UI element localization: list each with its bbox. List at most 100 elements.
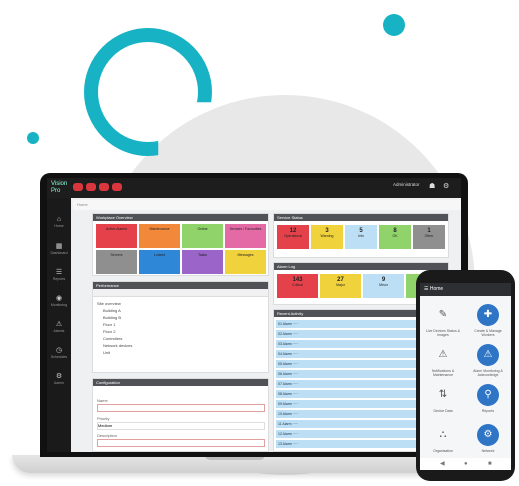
tree-item[interactable]: Floor 1 — [103, 322, 115, 327]
nav-button[interactable]: ■ — [488, 458, 492, 470]
breadcrumb[interactable]: Home — [73, 200, 461, 210]
tile-label: Servers — [110, 253, 123, 257]
phone-item-label: Notifications & Maintenance — [431, 369, 455, 377]
sidebar-item-label: Monitoring — [50, 303, 68, 307]
tile-tiles2[interactable]: 1 Other — [413, 225, 445, 249]
tree-item[interactable]: Site overview — [97, 301, 121, 306]
tile-label: Critical — [292, 283, 303, 287]
tree-item[interactable]: Unit — [103, 350, 110, 355]
phone-item-label: Live Devices Status & Images — [425, 329, 461, 337]
tile-tiles1[interactable]: Active Alarms — [96, 224, 137, 248]
sidebar-icon: ⚙ — [55, 373, 63, 380]
tile-tiles3[interactable]: 9 Minor — [363, 274, 404, 298]
workplace-panel: Workplace Overview Active Alarms Maintena… — [92, 213, 269, 276]
decorative-dot — [27, 132, 39, 144]
user-icon[interactable]: ☗ — [429, 183, 435, 191]
sidebar-item[interactable]: ◷ Schedules — [47, 346, 71, 359]
phone-item-label: Device Data — [433, 409, 453, 413]
sidebar-item-label: Alarms — [53, 329, 65, 333]
sidebar-icon: ◷ — [55, 347, 63, 354]
phone-item-label: Alarm Monitoring & Acknowledge — [473, 369, 503, 377]
sidebar-icon: ☰ — [55, 269, 63, 276]
tile-tiles2[interactable]: 5 Info — [345, 225, 377, 249]
nav-pill[interactable] — [99, 183, 109, 191]
tile-label: Active Alarms — [105, 227, 128, 231]
sidebar-item[interactable]: ◉ Monitoring — [47, 294, 71, 307]
nav-pill[interactable] — [112, 183, 122, 191]
phone-header: ☰ Home — [420, 283, 511, 296]
tile-tiles1[interactable]: Messages — [225, 250, 266, 274]
tree-item[interactable]: Building B — [103, 315, 121, 320]
tile-tiles1[interactable]: Locked — [139, 250, 180, 274]
user-name[interactable]: Administrator — [393, 182, 427, 187]
phone-item-icon[interactable]: ⚠ — [432, 344, 454, 366]
tile-label: Operational — [283, 234, 303, 238]
sidebar-item[interactable]: ⚙ Admin — [47, 372, 71, 385]
phone-item-icon[interactable]: ⛬ — [432, 424, 454, 446]
tile-tiles1[interactable]: Online — [182, 224, 223, 248]
phone-item-icon[interactable]: ✚ — [477, 304, 499, 326]
panel-title: Workplace Overview — [93, 214, 268, 221]
nav-pill[interactable] — [86, 183, 96, 191]
phone-item-label: Create & Manage Workers — [474, 329, 502, 337]
tile-tiles1[interactable]: Devices / Favourites — [225, 224, 266, 248]
menu-icon[interactable]: ☰ — [420, 286, 428, 292]
phone-item-icon[interactable]: ⚙ — [477, 424, 499, 446]
tile-label: Major — [336, 283, 345, 287]
tile-label: Minor — [379, 283, 388, 287]
nav-button[interactable]: ● — [464, 458, 468, 470]
tile-tiles3[interactable]: 27 Major — [320, 274, 361, 298]
sidebar-item[interactable]: ⚠ Alarms — [47, 320, 71, 333]
nav-button[interactable]: ◀ — [440, 458, 445, 470]
sidebar-item[interactable]: ▦ Dashboard — [47, 242, 71, 255]
phone-title: Home — [429, 286, 444, 292]
tile-tiles1[interactable]: Maintenance — [139, 224, 180, 248]
toolbar[interactable] — [93, 289, 268, 297]
phone-item-icon[interactable]: ⇅ — [432, 384, 454, 406]
phone-item-icon[interactable]: ⚲ — [477, 384, 499, 406]
performance-panel: Performance Site overview Building A Build… — [92, 281, 269, 373]
tile-tiles3[interactable]: 143 Critical — [277, 274, 318, 298]
sidebar-icon: ⌂ — [56, 216, 62, 223]
description-input[interactable] — [97, 439, 265, 447]
tree-item[interactable]: Floor 2 — [103, 329, 115, 334]
panel-title: Service Status — [274, 214, 448, 221]
decorative-dot — [383, 14, 405, 36]
app-logo[interactable]: Vision Pro — [51, 181, 67, 195]
tile-tiles2[interactable]: 3 Warning — [311, 225, 343, 249]
panel-title: Alarm Log — [274, 263, 448, 270]
phone-item-label: Organisation — [433, 449, 453, 453]
tile-label: OK — [392, 234, 398, 238]
sidebar-item[interactable]: ⌂ Home — [47, 216, 71, 228]
tree-item[interactable]: Building A — [103, 308, 121, 313]
settings-icon[interactable]: ⚙ — [443, 183, 449, 191]
tile-tiles1[interactable]: Tasks — [182, 250, 223, 274]
tile-label: Locked — [153, 253, 166, 257]
top-bar: Vision Pro Administrator ☗ ⚙ — [47, 178, 461, 198]
sidebar-icon: ▦ — [55, 243, 63, 250]
nav-pill[interactable] — [73, 183, 83, 191]
phone-item-icon[interactable]: ✎ — [432, 304, 454, 326]
configuration-panel: Configuration Name Priority Medium Descr… — [92, 378, 269, 452]
tree-item[interactable]: Network devices — [103, 343, 132, 348]
panel-title: Performance — [93, 282, 268, 289]
panel-title: Configuration — [93, 379, 268, 386]
laptop-screen: Vision Pro Administrator ☗ ⚙ ⌂ Home ▦ Dashb… — [47, 178, 461, 452]
sidebar-icon: ◉ — [55, 295, 63, 302]
phone-item-icon[interactable]: ⚠ — [477, 344, 499, 366]
sidebar-icon: ⚠ — [55, 321, 63, 328]
tile-tiles2[interactable]: 12 Operational — [277, 225, 309, 249]
sidebar-item[interactable]: ☰ Reports — [47, 268, 71, 281]
name-input[interactable] — [97, 404, 265, 412]
tile-label: Warning — [320, 234, 334, 238]
sidebar-item-label: Schedules — [50, 355, 68, 359]
priority-select[interactable]: Medium — [97, 422, 265, 430]
tree-item[interactable]: Controllers — [103, 336, 122, 341]
tile-tiles2[interactable]: 8 OK — [379, 225, 411, 249]
tile-tiles1[interactable]: Servers — [96, 250, 137, 274]
tile-label: Other — [424, 234, 434, 238]
field-label: Priority — [97, 416, 110, 421]
tile-label: Messages — [237, 253, 254, 257]
tile-label: Devices / Favourites — [229, 227, 262, 231]
service-status-panel: Service Status 12 Operational 3 Warning 5 Inf… — [273, 213, 449, 258]
